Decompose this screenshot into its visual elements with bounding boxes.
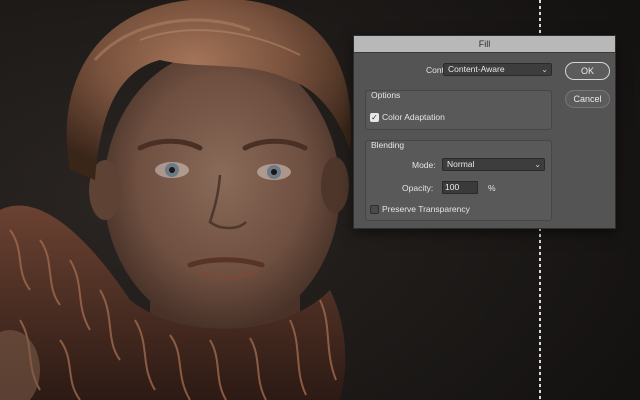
chevron-down-icon: ⌄ bbox=[541, 65, 548, 74]
fill-dialog: Fill Contents: Content-Aware ⌄ OK Cancel… bbox=[353, 35, 616, 229]
dialog-title: Fill bbox=[354, 36, 615, 53]
preserve-transparency-checkbox[interactable] bbox=[370, 205, 379, 214]
opacity-input[interactable]: 100 bbox=[442, 181, 478, 194]
mode-label: Mode: bbox=[412, 160, 436, 170]
opacity-label: Opacity: bbox=[402, 183, 434, 193]
contents-select[interactable]: Content-Aware ⌄ bbox=[443, 63, 552, 76]
blending-group: Blending Mode: Normal ⌄ Opacity: 100 % P… bbox=[365, 140, 552, 221]
color-adaptation-label: Color Adaptation bbox=[382, 112, 445, 122]
blending-title: Blending bbox=[371, 140, 405, 150]
chevron-down-icon: ⌄ bbox=[534, 160, 541, 169]
preserve-transparency-label: Preserve Transparency bbox=[382, 204, 470, 214]
cancel-button[interactable]: Cancel bbox=[565, 90, 610, 108]
ok-button[interactable]: OK bbox=[565, 62, 610, 80]
contents-value: Content-Aware bbox=[448, 64, 505, 74]
checkmark-icon: ✓ bbox=[371, 113, 378, 122]
options-group: Options ✓ Color Adaptation bbox=[365, 90, 552, 130]
mode-value: Normal bbox=[447, 159, 475, 169]
color-adaptation-checkbox[interactable]: ✓ bbox=[370, 113, 379, 122]
options-title: Options bbox=[371, 90, 401, 100]
opacity-unit: % bbox=[488, 183, 496, 193]
mode-select[interactable]: Normal ⌄ bbox=[442, 158, 545, 171]
